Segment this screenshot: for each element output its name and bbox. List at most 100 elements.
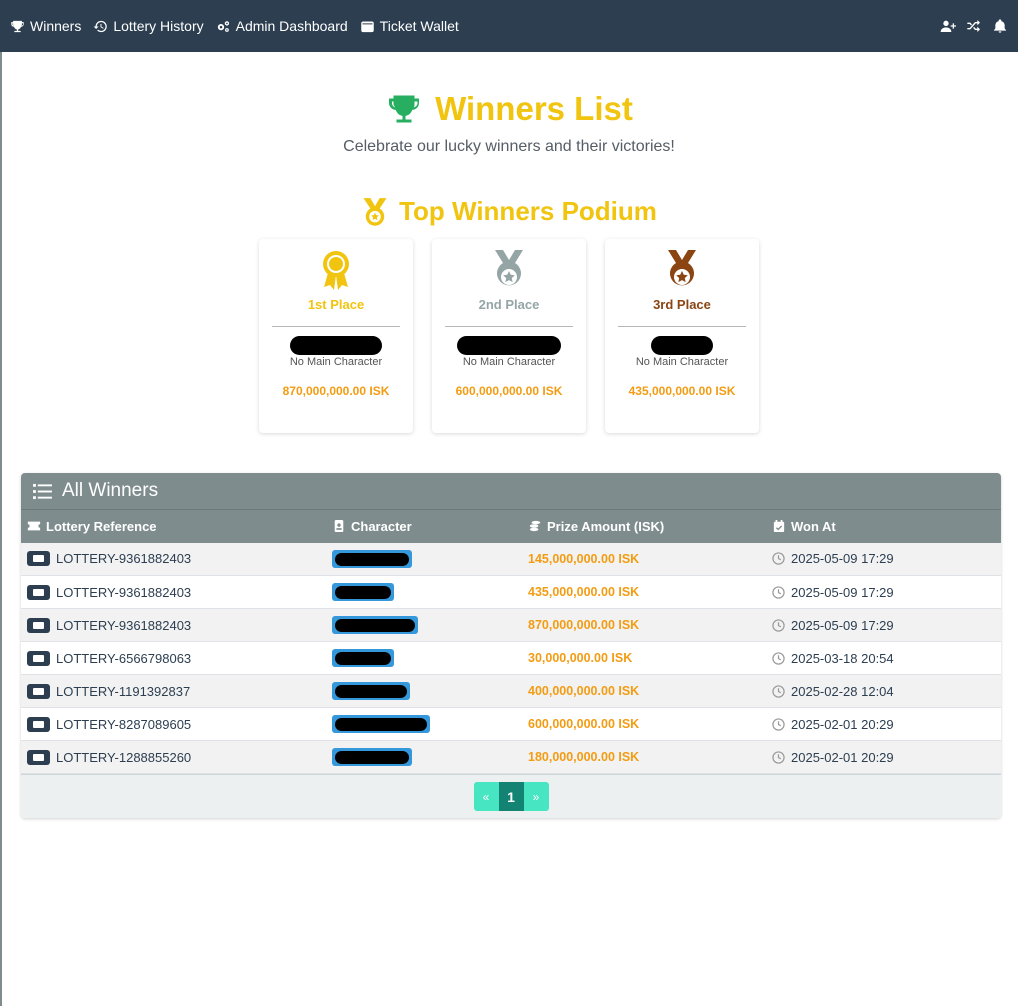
character-link-redacted[interactable]: [332, 748, 412, 766]
lottery-reference: LOTTERY-6566798063: [56, 650, 192, 666]
podium-title-row: Top Winners Podium: [0, 196, 1018, 227]
character-link-redacted[interactable]: [332, 715, 430, 733]
clock-icon: [772, 618, 785, 632]
character-link-redacted[interactable]: [332, 549, 412, 568]
card-divider: [445, 326, 573, 327]
ticket-icon: [27, 521, 41, 531]
prize-amount: 145,000,000.00 ISK: [528, 551, 640, 566]
podium-prize: 600,000,000.00 ISK: [455, 384, 563, 398]
main-character-text: No Main Character: [635, 356, 729, 368]
nav-label: Ticket Wallet: [379, 18, 459, 34]
table-row: LOTTERY-9361882403 870,000,000.00 ISK 20…: [21, 608, 1001, 642]
user-plus-icon[interactable]: [940, 18, 956, 34]
ticket-icon: [27, 716, 50, 732]
nav-item-winners[interactable]: Winners: [10, 18, 81, 34]
nav-item-admin-dashboard[interactable]: Admin Dashboard: [216, 18, 348, 34]
won-at: 2025-02-28 12:04: [791, 683, 894, 699]
table-row: LOTTERY-6566798063 30,000,000.00 ISK 202…: [21, 641, 1001, 675]
podium: 1st Place No Main Character 870,000,000.…: [0, 239, 1018, 433]
prize-amount: 30,000,000.00 ISK: [528, 651, 633, 665]
trophy-icon: [11, 20, 24, 32]
podium-prize: 870,000,000.00 ISK: [282, 384, 390, 398]
podium-card-2nd: 2nd Place No Main Character 600,000,000.…: [432, 239, 586, 433]
winners-table: Lottery Reference Character Prize Amount…: [21, 509, 1001, 774]
column-header-won-at[interactable]: Won At: [766, 510, 1001, 543]
shuffle-icon[interactable]: [966, 18, 982, 34]
table-body: LOTTERY-9361882403 145,000,000.00 ISK 20…: [21, 542, 1001, 774]
won-at: 2025-02-01 20:29: [791, 716, 894, 732]
won-at: 2025-03-18 20:54: [791, 650, 894, 666]
column-header-character[interactable]: Character: [326, 510, 522, 543]
coins-icon: [529, 521, 541, 532]
character-link-redacted[interactable]: [332, 616, 418, 634]
table-row: LOTTERY-8287089605 600,000,000.00 ISK 20…: [21, 707, 1001, 741]
wallet-icon: [360, 21, 374, 32]
main-character-text: No Main Character: [289, 356, 383, 368]
nav-actions: [940, 18, 1008, 34]
ticket-icon: [27, 650, 50, 666]
list-icon: [33, 483, 52, 499]
medal-icon: [495, 250, 523, 286]
pagination-prev-button[interactable]: «: [473, 782, 499, 811]
table-header-row: Lottery Reference Character Prize Amount…: [21, 509, 1001, 543]
top-navbar: Winners Lottery History Admin Dashboard …: [0, 0, 1018, 52]
won-at: 2025-05-09 17:29: [791, 551, 894, 567]
clock-icon: [772, 750, 785, 764]
clock-icon: [772, 585, 785, 599]
panel-header: All Winners: [21, 473, 1001, 509]
nav-label: Lottery History: [113, 18, 204, 34]
prize-amount: 435,000,000.00 ISK: [528, 585, 640, 599]
prize-amount: 600,000,000.00 ISK: [528, 717, 640, 731]
lottery-reference: LOTTERY-9361882403: [56, 617, 192, 633]
prize-amount: 400,000,000.00 ISK: [528, 684, 640, 698]
card-divider: [272, 326, 400, 327]
won-at: 2025-05-09 17:29: [791, 584, 894, 600]
ticket-icon: [27, 584, 50, 600]
lottery-reference: LOTTERY-9361882403: [56, 584, 192, 600]
pagination: « 1 »: [473, 782, 549, 811]
pagination-next-button[interactable]: »: [523, 782, 549, 811]
clock-icon: [772, 651, 785, 665]
winners-header: Winners List Celebrate our lucky winners…: [0, 90, 1018, 227]
id-badge-icon: [334, 520, 344, 533]
ticket-icon: [27, 617, 50, 633]
history-icon: [93, 20, 108, 32]
place-label: 3rd Place: [653, 297, 711, 312]
pagination-page-1[interactable]: 1: [498, 782, 524, 811]
bell-icon[interactable]: [992, 18, 1008, 34]
trophy-icon: [389, 95, 420, 123]
all-winners-panel: All Winners Lottery Reference Character …: [21, 473, 1001, 818]
clock-icon: [772, 552, 785, 565]
table-row: LOTTERY-1288855260 180,000,000.00 ISK 20…: [21, 740, 1001, 774]
nav-item-lottery-history[interactable]: Lottery History: [93, 18, 204, 34]
nav-label: Winners: [30, 18, 82, 34]
lottery-reference: LOTTERY-9361882403: [56, 551, 192, 567]
redacted-character-name: [290, 336, 382, 355]
ticket-icon: [27, 551, 50, 567]
medal-icon: [668, 250, 696, 286]
column-header-lottery-reference[interactable]: Lottery Reference: [21, 510, 326, 543]
character-link-redacted[interactable]: [332, 583, 394, 601]
column-header-prize-amount[interactable]: Prize Amount (ISK): [522, 510, 766, 543]
cogs-icon: [217, 20, 229, 32]
place-label: 1st Place: [307, 297, 365, 312]
won-at: 2025-02-01 20:29: [791, 749, 894, 765]
redacted-character-name: [651, 336, 713, 355]
ticket-icon: [27, 683, 50, 699]
calendar-check-icon: [773, 520, 785, 533]
nav-label: Admin Dashboard: [235, 18, 348, 34]
podium-card-1st: 1st Place No Main Character 870,000,000.…: [259, 239, 413, 433]
character-link-redacted[interactable]: [332, 682, 410, 700]
nav-links: Winners Lottery History Admin Dashboard …: [10, 18, 459, 34]
prize-amount: 870,000,000.00 ISK: [528, 618, 640, 632]
page-title-row: Winners List: [0, 90, 1018, 128]
redacted-character-name: [457, 336, 561, 355]
table-footer: « 1 »: [21, 774, 1001, 818]
table-row: LOTTERY-1191392837 400,000,000.00 ISK 20…: [21, 674, 1001, 708]
won-at: 2025-05-09 17:29: [791, 617, 894, 633]
character-link-redacted[interactable]: [332, 649, 394, 667]
table-row: LOTTERY-9361882403 435,000,000.00 ISK 20…: [21, 575, 1001, 609]
nav-item-ticket-wallet[interactable]: Ticket Wallet: [360, 18, 459, 34]
lottery-reference: LOTTERY-8287089605: [56, 716, 192, 732]
table-row: LOTTERY-9361882403 145,000,000.00 ISK 20…: [21, 542, 1001, 576]
